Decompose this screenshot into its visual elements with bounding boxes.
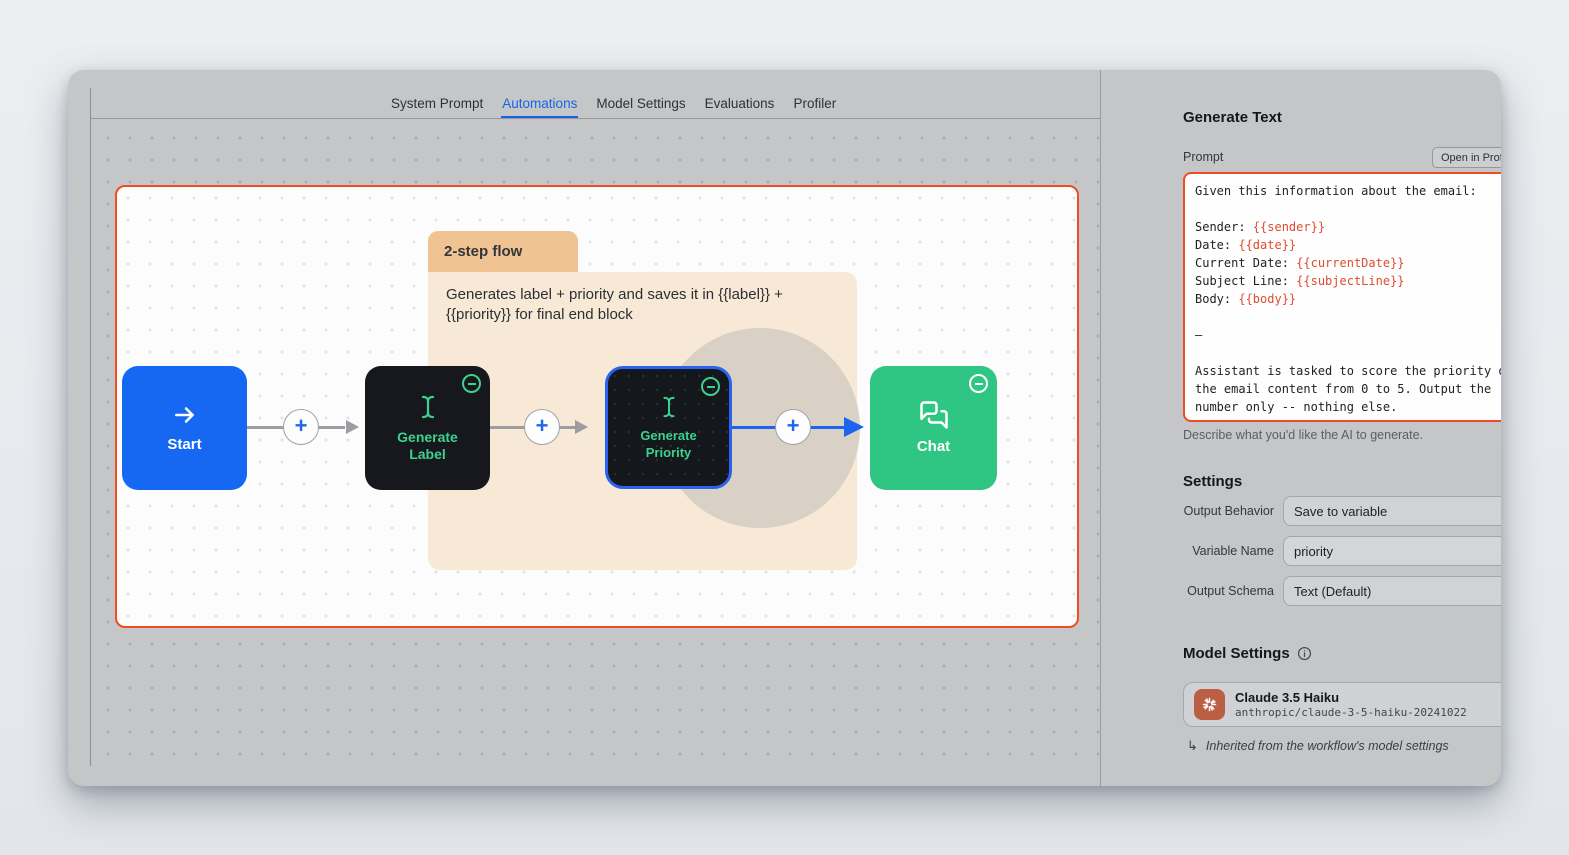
open-in-profiler-button[interactable]: Open in Profiler [1432,147,1501,168]
app-window: System Prompt Automations Model Settings… [68,70,1501,786]
tab-evaluations[interactable]: Evaluations [704,96,776,118]
minus-circle-icon[interactable] [701,377,720,396]
prompt-label: Prompt [1183,150,1223,164]
tab-system-prompt[interactable]: System Prompt [390,96,484,118]
text-cursor-icon [658,394,680,420]
model-name: Claude 3.5 Haiku [1235,690,1495,706]
variable-name-input[interactable] [1294,544,1501,559]
model-info: Claude 3.5 Haiku anthropic/claude-3-5-ha… [1235,690,1495,720]
prompt-helper-text: Describe what you'd like the AI to gener… [1183,428,1423,442]
arrowhead-into-chat [844,417,864,437]
node-label: Chat [917,438,950,457]
plus-icon: + [295,413,308,439]
plus-icon: + [536,413,549,439]
tab-profiler[interactable]: Profiler [792,96,837,118]
add-block-button-2[interactable]: + [524,409,560,445]
group-2-step-flow-header[interactable]: 2-step flow [428,231,578,272]
node-generate-priority[interactable]: Generate Priority [605,366,732,489]
model-card[interactable]: Claude 3.5 Haiku anthropic/claude-3-5-ha… [1183,682,1501,727]
group-description: Generates label + priority and saves it … [446,285,839,325]
output-schema-row: Output Schema Text (Default) [1183,576,1501,606]
info-icon[interactable] [1297,646,1312,661]
tab-model-settings[interactable]: Model Settings [595,96,686,118]
arrow-right-icon [172,402,198,428]
minus-circle-icon[interactable] [969,374,988,393]
arrowhead-into-generate-label [346,420,359,434]
workflow-canvas[interactable]: 2-step flow Generates label + priority a… [91,119,1100,766]
node-start[interactable]: Start [122,366,247,490]
inherited-note: ↳ Inherited from the workflow's model se… [1187,738,1449,754]
inherited-note-text: Inherited from the workflow's model sett… [1206,739,1449,753]
output-behavior-value: Save to variable [1294,504,1387,519]
arrowhead-into-generate-priority [575,420,588,434]
output-behavior-select[interactable]: Save to variable [1283,496,1501,526]
chat-bubbles-icon [919,400,949,430]
node-label: Generate Label [378,429,478,464]
text-cursor-icon [416,393,440,421]
plus-icon: + [787,413,800,439]
settings-section-title: Settings [1183,473,1242,490]
inspector-panel: Generate Text Prompt Open in Profiler Gi… [1101,70,1501,786]
output-schema-label: Output Schema [1183,584,1283,598]
output-behavior-row: Output Behavior Save to variable [1183,496,1501,526]
group-title: 2-step flow [444,243,522,260]
tab-automations[interactable]: Automations [501,96,578,118]
model-id: anthropic/claude-3-5-haiku-20241022 [1235,706,1495,720]
tab-bar: System Prompt Automations Model Settings… [390,96,837,118]
node-label: Generate Priority [619,428,719,461]
output-schema-select[interactable]: Text (Default) [1283,576,1501,606]
panel-title: Generate Text [1183,109,1282,126]
node-generate-label[interactable]: Generate Label [365,366,490,490]
output-schema-value: Text (Default) [1294,584,1371,599]
return-arrow-icon: ↳ [1187,738,1198,754]
variable-name-row: Variable Name [1183,536,1501,566]
node-label: Start [167,436,201,455]
open-in-profiler-label: Open in Profiler [1441,152,1501,164]
minus-circle-icon[interactable] [462,374,481,393]
claude-logo-icon [1194,689,1225,720]
node-chat[interactable]: Chat [870,366,997,490]
model-settings-title: Model Settings [1183,645,1290,662]
prompt-textarea[interactable]: Given this information about the email: … [1183,172,1501,422]
output-behavior-label: Output Behavior [1183,504,1283,518]
add-block-button-3[interactable]: + [775,409,811,445]
model-settings-header: Model Settings [1183,645,1312,662]
variable-name-label: Variable Name [1183,544,1283,558]
page: System Prompt Automations Model Settings… [0,0,1569,855]
variable-name-field-wrap [1283,536,1501,566]
add-block-button-1[interactable]: + [283,409,319,445]
